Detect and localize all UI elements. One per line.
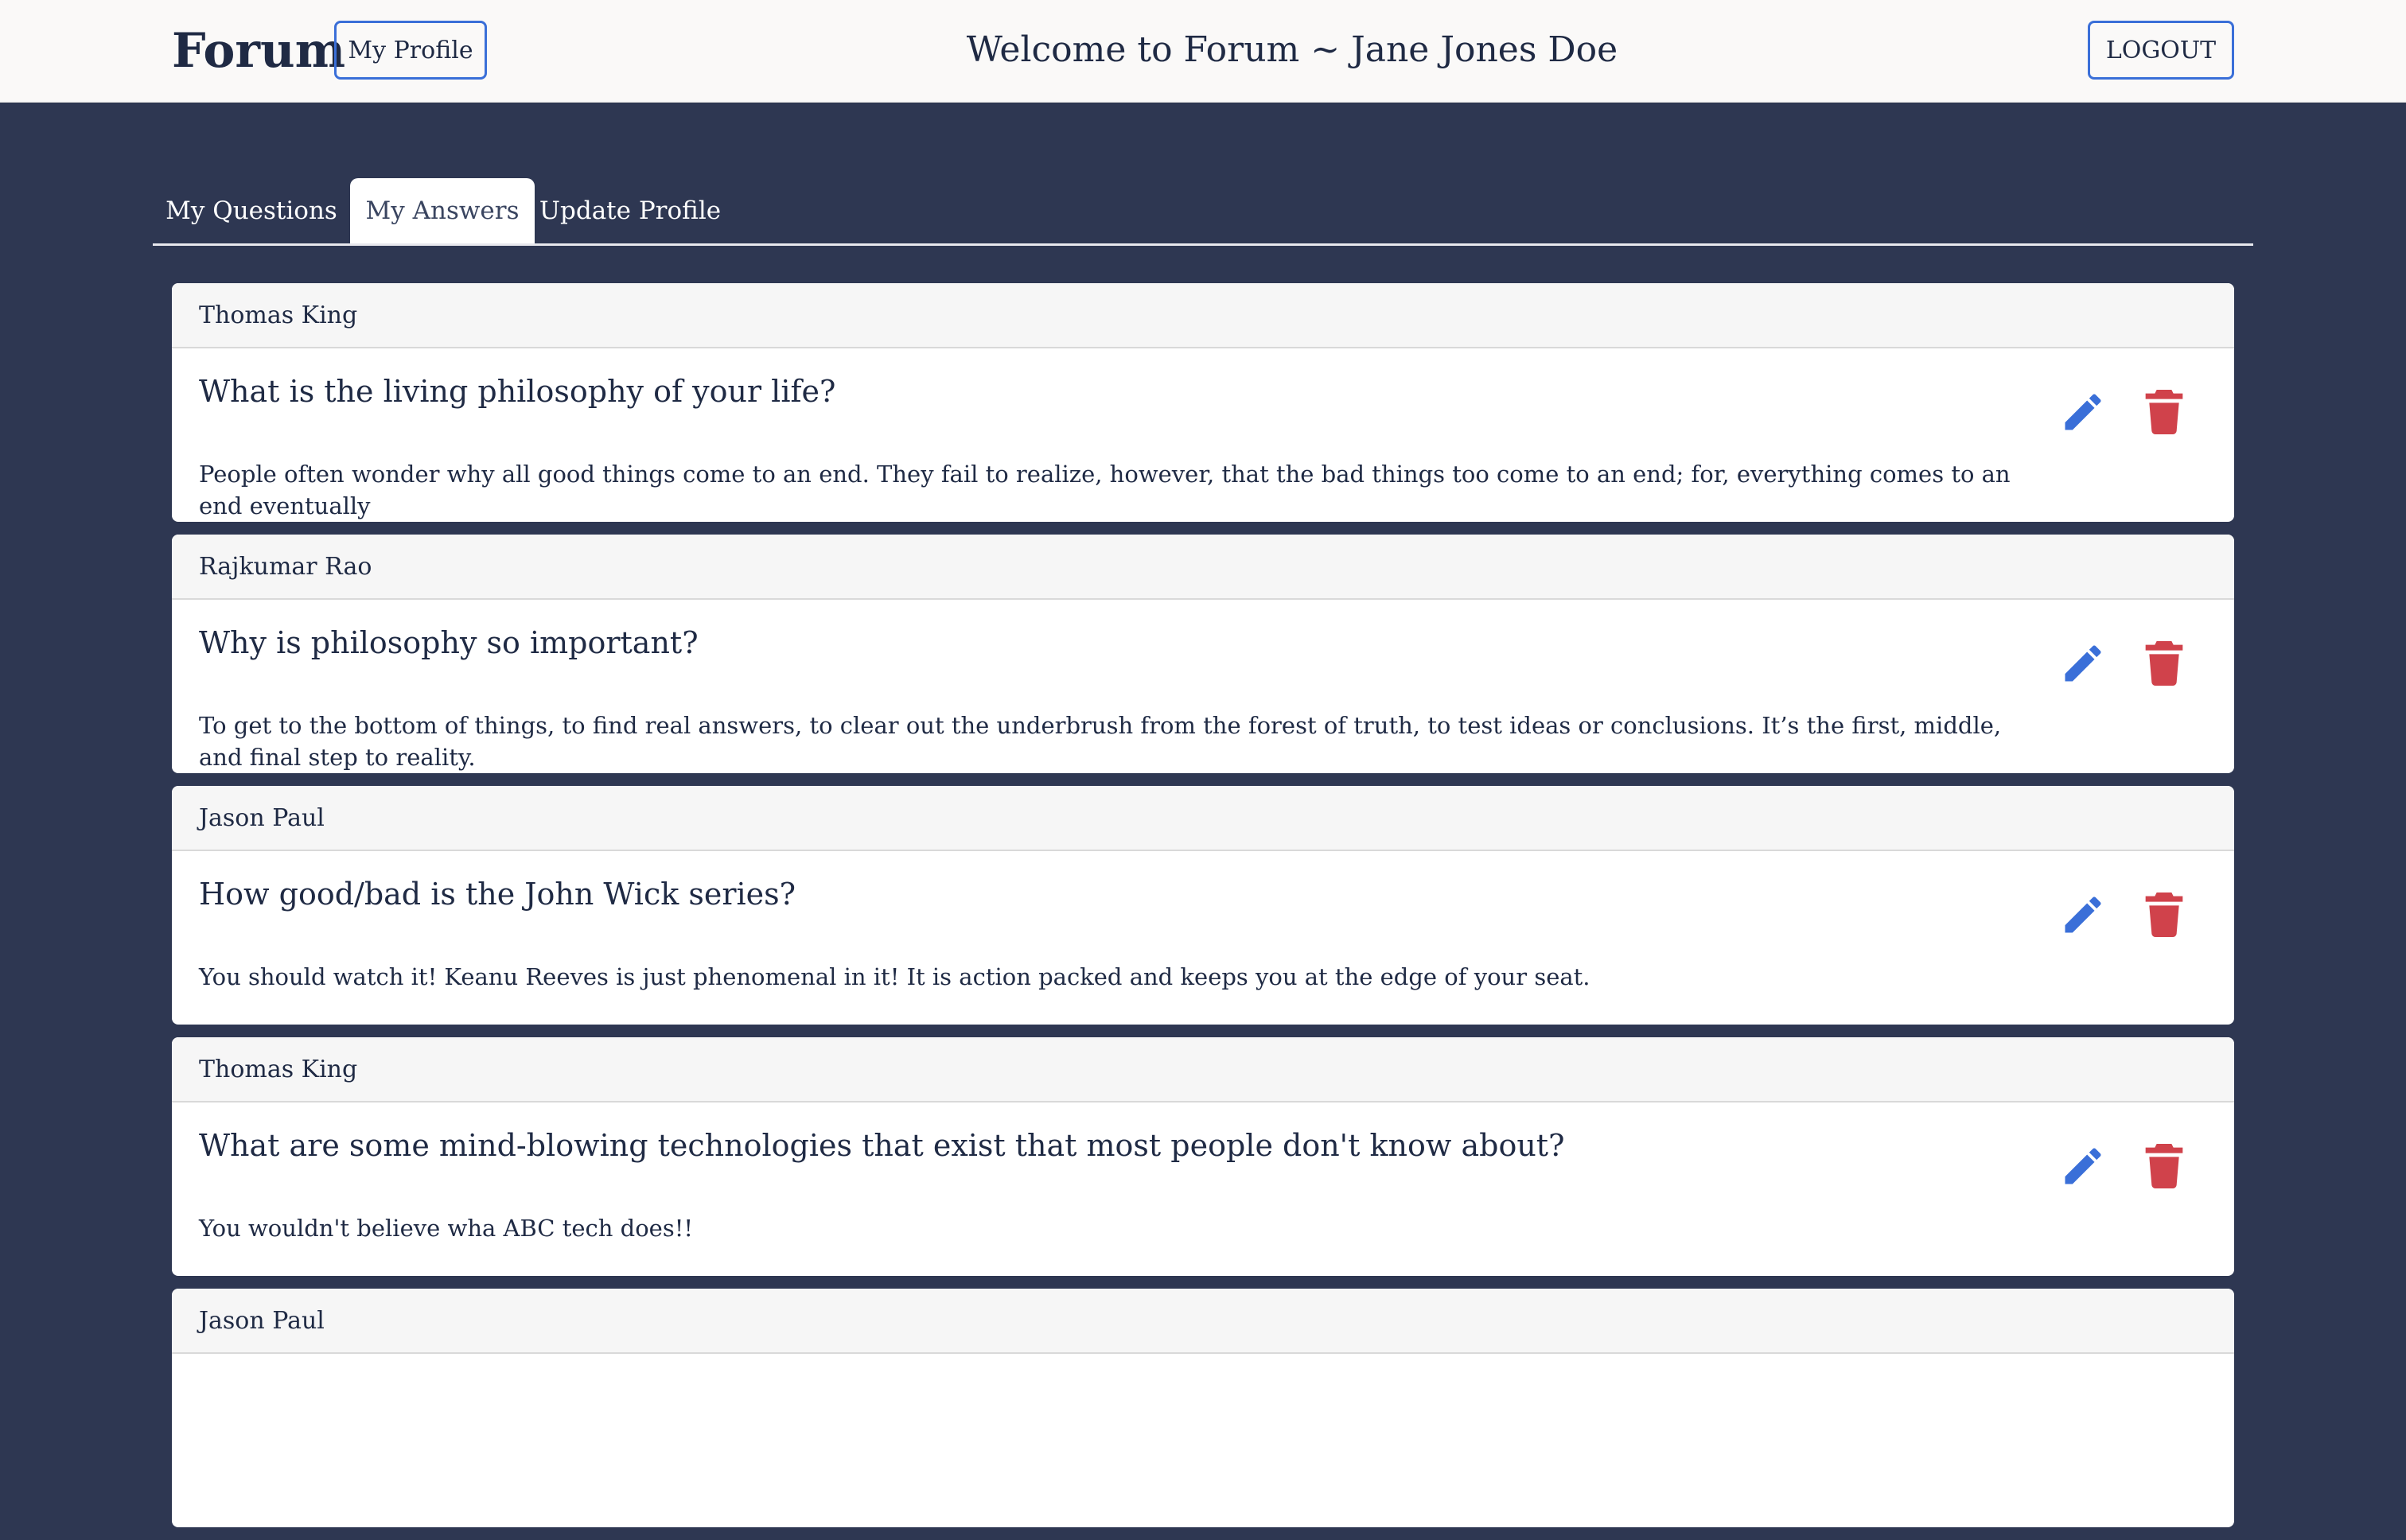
answer-author: Thomas King (172, 283, 2234, 348)
answer-card: Thomas King What is the living philosoph… (172, 283, 2234, 522)
answers-list: Thomas King What is the living philosoph… (172, 283, 2234, 1540)
answer-text: People often wonder why all good things … (199, 461, 2011, 519)
delete-answer-button[interactable] (2139, 889, 2190, 940)
answer-card: Rajkumar Rao Why is philosophy so import… (172, 535, 2234, 773)
profile-tabs: My Questions My Answers Update Profile (153, 178, 2253, 246)
answer-author: Rajkumar Rao (172, 535, 2234, 600)
pencil-icon (2065, 896, 2101, 933)
trash-icon (2145, 1144, 2183, 1189)
pencil-icon (2065, 394, 2101, 430)
delete-answer-button[interactable] (2139, 387, 2190, 438)
edit-answer-button[interactable] (2058, 889, 2108, 940)
edit-answer-button[interactable] (2058, 387, 2108, 438)
tab-update-profile[interactable]: Update Profile (535, 178, 726, 243)
answer-author: Jason Paul (172, 786, 2234, 851)
answer-card: Thomas King What are some mind-blowing t… (172, 1037, 2234, 1276)
edit-answer-button[interactable] (2058, 1141, 2108, 1192)
answer-card: Jason Paul How good/bad is the John Wick… (172, 786, 2234, 1025)
trash-icon (2145, 641, 2183, 686)
question-title[interactable]: What is the living philosophy of your li… (199, 371, 835, 412)
delete-answer-button[interactable] (2139, 638, 2190, 689)
answer-author: Thomas King (172, 1037, 2234, 1102)
top-navbar: Forum My Profile Welcome to Forum ~ Jane… (0, 0, 2406, 103)
answer-text: To get to the bottom of things, to find … (199, 712, 2002, 771)
trash-icon (2145, 892, 2183, 938)
logout-button[interactable]: LOGOUT (2088, 21, 2234, 80)
question-title[interactable]: How good/bad is the John Wick series? (199, 873, 796, 915)
trash-icon (2145, 390, 2183, 435)
question-title[interactable]: What are some mind-blowing technologies … (199, 1125, 1564, 1166)
pencil-icon (2065, 1148, 2101, 1184)
question-title[interactable]: Why is philosophy so important? (199, 622, 699, 663)
welcome-message: Welcome to Forum ~ Jane Jones Doe (966, 29, 1618, 70)
answer-card: Jason Paul (172, 1289, 2234, 1527)
tab-my-answers[interactable]: My Answers (350, 178, 535, 243)
delete-answer-button[interactable] (2139, 1141, 2190, 1192)
answer-text: You wouldn't believe wha ABC tech does!! (199, 1215, 694, 1242)
pencil-icon (2065, 645, 2101, 682)
tab-my-questions[interactable]: My Questions (153, 178, 350, 243)
answer-text: You should watch it! Keanu Reeves is jus… (199, 963, 1590, 990)
edit-answer-button[interactable] (2058, 638, 2108, 689)
answer-author: Jason Paul (172, 1289, 2234, 1354)
